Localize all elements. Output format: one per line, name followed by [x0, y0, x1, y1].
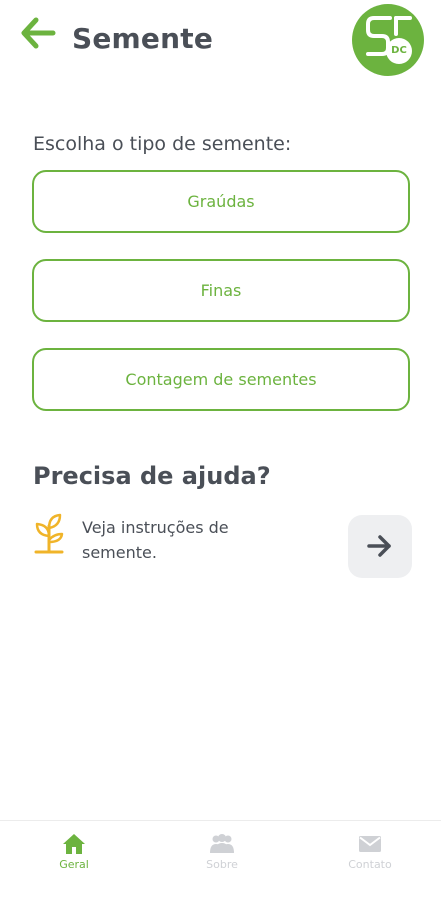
header: Semente DC — [0, 0, 441, 90]
logo-badge: DC — [386, 38, 412, 64]
nav-sobre[interactable]: Sobre — [162, 821, 282, 901]
nav-sobre-label: Sobre — [206, 858, 238, 871]
graudas-button[interactable]: Graúdas — [32, 170, 410, 233]
back-button[interactable] — [20, 16, 56, 50]
app-logo: DC — [352, 4, 424, 76]
nav-geral[interactable]: Geral — [14, 821, 134, 901]
nav-contato[interactable]: Contato — [310, 821, 430, 901]
arrow-left-icon — [21, 17, 56, 49]
bottom-nav: Geral Sobre Contato — [0, 820, 441, 901]
plant-icon — [32, 512, 66, 556]
seed-type-label: Escolha o tipo de semente: — [33, 133, 292, 155]
arrow-right-icon — [367, 535, 391, 557]
help-title: Precisa de ajuda? — [33, 462, 271, 490]
people-icon — [210, 834, 234, 853]
logo-mark-icon — [366, 16, 412, 56]
mail-icon — [359, 836, 381, 852]
nav-geral-label: Geral — [59, 858, 89, 871]
nav-contato-label: Contato — [348, 858, 392, 871]
help-open-button[interactable] — [348, 515, 412, 578]
page-title: Semente — [72, 22, 214, 55]
home-icon — [63, 834, 85, 854]
contagem-de-sementes-button[interactable]: Contagem de sementes — [32, 348, 410, 411]
help-description: Veja instruções de semente. — [82, 518, 229, 562]
finas-button[interactable]: Finas — [32, 259, 410, 322]
